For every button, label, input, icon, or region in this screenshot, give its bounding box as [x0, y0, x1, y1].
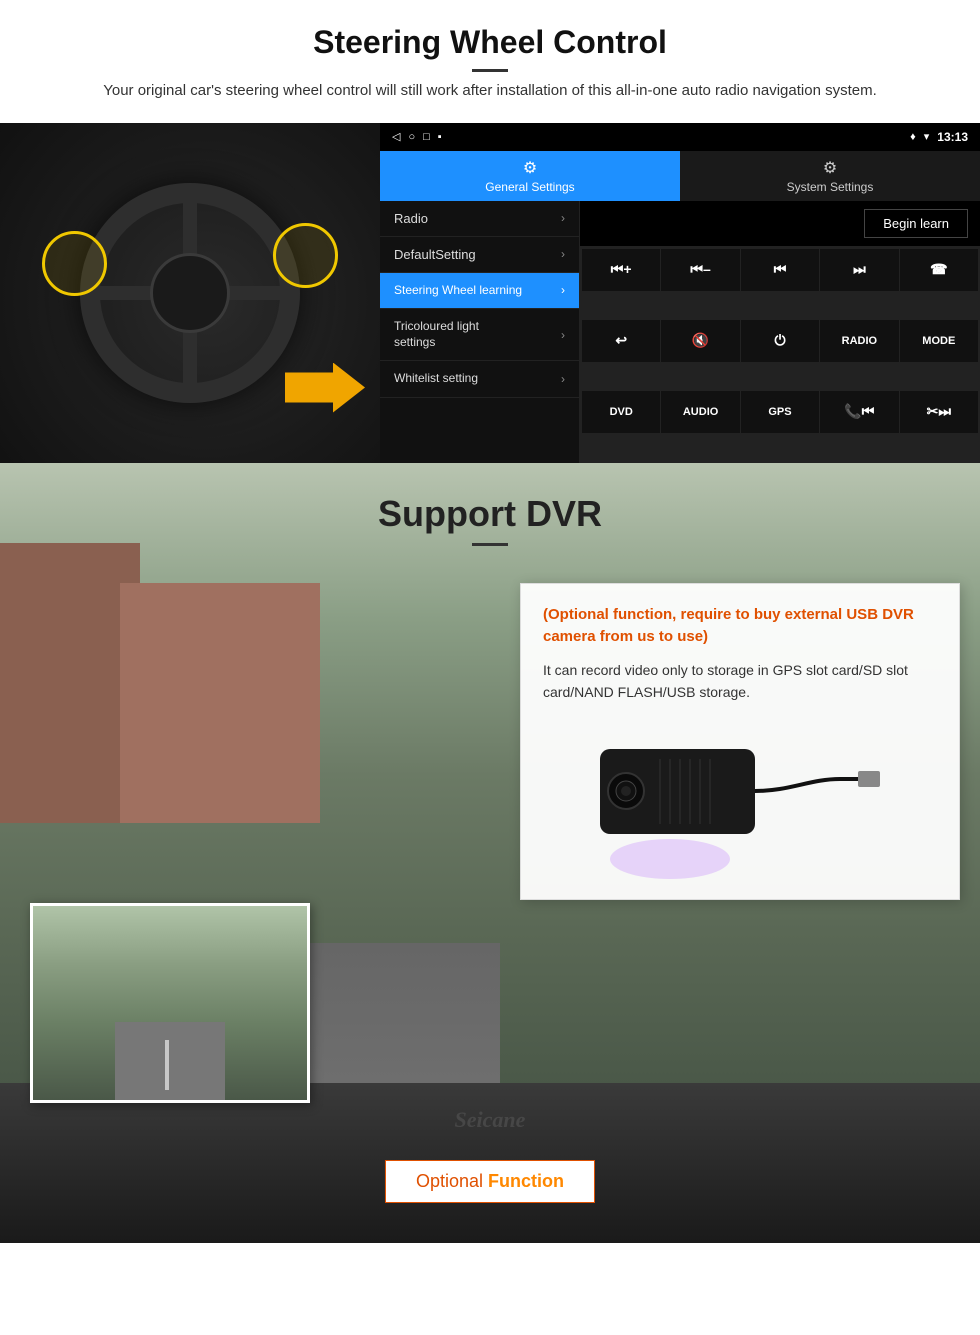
dvr-title-divider — [472, 543, 508, 546]
tab-general-label: General Settings — [485, 180, 574, 194]
menu-steering-label: Steering Wheel learning — [394, 283, 522, 299]
building-mid — [120, 583, 320, 823]
android-tabs: ⚙ General Settings ⚙ System Settings — [380, 151, 980, 201]
ctrl-btn-audio[interactable]: AUDIO — [661, 391, 739, 433]
dvr-info-title: (Optional function, require to buy exter… — [543, 604, 937, 649]
ctrl-btn-radio[interactable]: RADIO — [820, 320, 898, 362]
begin-learn-row: Begin learn — [580, 201, 980, 247]
ctrl-btn-gps[interactable]: GPS — [741, 391, 819, 433]
highlight-circle-left — [42, 231, 107, 296]
tab-system-label: System Settings — [787, 180, 874, 194]
ctrl-btn-back[interactable]: ↩ — [582, 320, 660, 362]
tab-system-settings[interactable]: ⚙ System Settings — [680, 151, 980, 201]
statusbar-nav-icons: ◁ ○ □ ▪ — [392, 130, 442, 143]
ctrl-btn-call[interactable]: ☎ — [900, 249, 978, 291]
menu-item-radio[interactable]: Radio › — [380, 201, 579, 237]
ctrl-btn-call-prev[interactable]: 📞⏮ — [820, 391, 898, 433]
android-content: Radio › DefaultSetting › Steering Wheel … — [380, 201, 980, 463]
ctrl-btn-power[interactable]: ⏻ — [741, 320, 819, 362]
steering-wheel-image — [0, 123, 380, 463]
recents-icon: □ — [423, 131, 430, 143]
wifi-icon: ▾ — [924, 130, 930, 143]
menu-item-tricoloured[interactable]: Tricoloured lightsettings › — [380, 309, 579, 361]
optional-label: Optional — [416, 1171, 483, 1191]
dvr-section: Support DVR (Optional function, require … — [0, 463, 980, 1243]
ctrl-btn-dvd[interactable]: DVD — [582, 391, 660, 433]
dvr-info-box: (Optional function, require to buy exter… — [520, 583, 960, 901]
gear-icon-system: ⚙ — [823, 158, 837, 178]
steering-content-area: ◁ ○ □ ▪ ♦ ▾ 13:13 ⚙ General Settings ⚙ S… — [0, 123, 980, 463]
wheel-inner — [150, 253, 230, 333]
ctrl-btn-mute[interactable]: 🔇 — [661, 320, 739, 362]
ctrl-btn-next[interactable]: ⏭ — [820, 249, 898, 291]
menu-radio-label: Radio — [394, 211, 428, 226]
control-panel: Begin learn ⏮+ ⏮– ⏮ ⏭ ☎ ↩ 🔇 ⏻ RADIO MODE… — [580, 201, 980, 463]
dvr-info-text: It can record video only to storage in G… — [543, 659, 937, 704]
control-buttons-grid: ⏮+ ⏮– ⏮ ⏭ ☎ ↩ 🔇 ⏻ RADIO MODE DVD AUDIO G… — [580, 247, 980, 463]
ctrl-btn-vol-plus[interactable]: ⏮+ — [582, 249, 660, 291]
page-title: Steering Wheel Control — [40, 24, 940, 61]
arrow-yellow — [285, 363, 365, 413]
menu-arrow-tricoloured: › — [561, 328, 565, 342]
menu-arrow-steering: › — [561, 283, 565, 297]
steering-section-header: Steering Wheel Control Your original car… — [0, 0, 980, 111]
signal-icon: ♦ — [910, 131, 916, 143]
menu-arrow-default: › — [561, 247, 565, 261]
dvr-section-header: Support DVR — [0, 463, 980, 556]
begin-learn-button[interactable]: Begin learn — [864, 209, 968, 238]
menu-tricoloured-label: Tricoloured lightsettings — [394, 319, 479, 350]
building-left — [0, 543, 140, 823]
android-statusbar: ◁ ○ □ ▪ ♦ ▾ 13:13 — [380, 123, 980, 151]
optional-function-button[interactable]: Optional Function — [385, 1160, 595, 1203]
title-divider — [472, 69, 508, 72]
statusbar-time: 13:13 — [937, 130, 968, 144]
steering-wheel-bg — [0, 123, 380, 463]
ctrl-btn-mode[interactable]: MODE — [900, 320, 978, 362]
android-ui-panel: ◁ ○ □ ▪ ♦ ▾ 13:13 ⚙ General Settings ⚙ S… — [380, 123, 980, 463]
thumb-road — [115, 1022, 225, 1100]
home-icon: ○ — [408, 131, 415, 143]
gear-icon-general: ⚙ — [523, 158, 537, 178]
statusbar-status-icons: ♦ ▾ 13:13 — [910, 130, 968, 144]
back-icon: ◁ — [392, 130, 400, 143]
menu-whitelist-label: Whitelist setting — [394, 371, 478, 387]
menu-arrow-radio: › — [561, 211, 565, 225]
ctrl-btn-vol-minus[interactable]: ⏮– — [661, 249, 739, 291]
highlight-circle-right — [273, 223, 338, 288]
menu-item-whitelist[interactable]: Whitelist setting › — [380, 361, 579, 398]
thumb-road-line — [165, 1040, 169, 1090]
menu-item-defaultsetting[interactable]: DefaultSetting › — [380, 237, 579, 273]
menu-icon: ▪ — [438, 131, 442, 143]
tab-general-settings[interactable]: ⚙ General Settings — [380, 151, 680, 201]
function-label: Function — [483, 1171, 564, 1191]
menu-arrow-whitelist: › — [561, 372, 565, 386]
menu-item-steering-wheel[interactable]: Steering Wheel learning › — [380, 273, 579, 310]
wheel-outer — [80, 183, 300, 403]
dvr-device-svg — [590, 719, 890, 879]
menu-default-label: DefaultSetting — [394, 247, 476, 262]
ctrl-btn-cut-next[interactable]: ✂⏭ — [900, 391, 978, 433]
dvr-title: Support DVR — [0, 493, 980, 535]
optional-function-container: Optional Function — [385, 1160, 595, 1203]
settings-menu: Radio › DefaultSetting › Steering Wheel … — [380, 201, 580, 463]
page-subtitle: Your original car's steering wheel contr… — [60, 80, 920, 103]
dvr-thumbnail-image — [30, 903, 310, 1103]
dvr-device-image — [543, 719, 937, 879]
seicane-watermark: Seicane — [455, 1107, 526, 1133]
ctrl-btn-prev[interactable]: ⏮ — [741, 249, 819, 291]
